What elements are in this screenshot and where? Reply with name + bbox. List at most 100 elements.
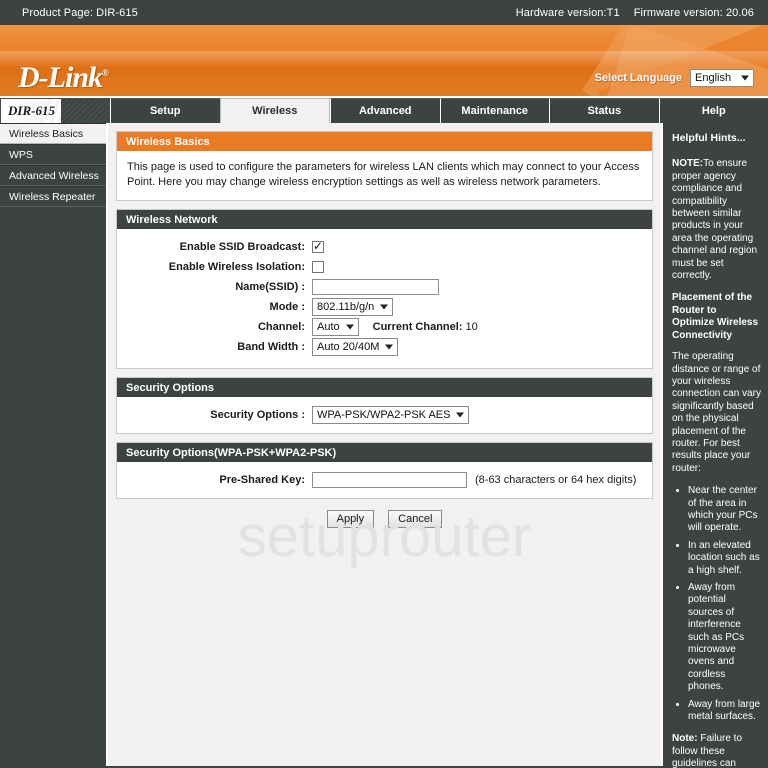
sidebar-item-wps[interactable]: WPS <box>0 144 106 165</box>
row-ssid-name: Name(SSID) : <box>127 278 642 295</box>
version-info: Hardware version:T1 Firmware version: 20… <box>516 7 754 19</box>
wireless-network-panel: Wireless Network Enable SSID Broadcast: … <box>116 209 653 369</box>
page-title: Wireless Basics <box>117 132 652 151</box>
main-content: setuprouter Wireless Basics This page is… <box>106 123 663 766</box>
security-options-label: Security Options : <box>210 408 305 421</box>
content-columns: Wireless Basics WPS Advanced Wireless Wi… <box>0 123 768 768</box>
list-item: In an elevated location such as a high s… <box>688 540 761 577</box>
sidebar-item-advanced-wireless[interactable]: Advanced Wireless <box>0 165 106 186</box>
security-options-select[interactable]: WPA-PSK/WPA2-PSK AES <box>312 405 470 424</box>
row-pre-shared-key: Pre-Shared Key: (8-63 characters or 64 h… <box>127 471 642 488</box>
list-item: Near the center of the area in which you… <box>688 485 761 535</box>
model-name-label: DIR-615 <box>8 103 55 118</box>
security-psk-body: Pre-Shared Key: (8-63 characters or 64 h… <box>117 462 652 498</box>
chevron-down-icon <box>385 344 394 349</box>
list-item: Away from potential sources of interfere… <box>688 582 761 694</box>
hardware-version-label: Hardware version:T1 <box>515 6 620 19</box>
tab-help[interactable]: Help <box>658 98 768 123</box>
trademark-icon: ® <box>102 68 109 78</box>
tab-advanced[interactable]: Advanced <box>330 98 440 123</box>
wireless-isolation-label: Enable Wireless Isolation: <box>168 260 305 273</box>
form-actions: Apply Cancel <box>116 510 653 528</box>
mode-select[interactable]: 802.11b/g/n <box>312 297 394 316</box>
model-tab-stripes <box>61 99 109 123</box>
security-options-title: Security Options <box>117 378 652 397</box>
ssid-name-input[interactable] <box>312 278 439 295</box>
dlink-logo-text: D-Link <box>18 61 103 94</box>
band-width-select-value: Auto 20/40M <box>317 340 380 353</box>
tab-maintenance[interactable]: Maintenance <box>439 98 549 123</box>
row-channel: Channel: Auto Current Channel: 10 <box>127 317 642 336</box>
security-options-panel: Security Options Security Options : WPA-… <box>116 377 653 434</box>
hint-note-text: To ensure proper agency compliance and c… <box>672 158 758 282</box>
ssid-broadcast-label: Enable SSID Broadcast: <box>179 240 305 253</box>
helpful-hints-title: Helpful Hints... <box>672 132 746 144</box>
chevron-down-icon <box>380 304 389 309</box>
row-security-options: Security Options : WPA-PSK/WPA2-PSK AES <box>127 405 642 424</box>
hint-placement-text: The operating distance or range of your … <box>672 351 761 474</box>
wireless-basics-panel: Wireless Basics This page is used to con… <box>116 131 653 201</box>
security-options-body: Security Options : WPA-PSK/WPA2-PSK AES <box>117 397 652 433</box>
top-product-bar: Product Page: DIR-615 Hardware version:T… <box>0 0 768 25</box>
hint-footer-paragraph: Note: Failure to follow these guidelines… <box>672 733 761 768</box>
hint-note-label: NOTE: <box>672 158 704 170</box>
language-selector-group: Select Language English <box>595 69 754 87</box>
channel-select[interactable]: Auto <box>312 317 359 336</box>
hint-placement-heading: Placement of the Router to Optimize Wire… <box>672 292 759 341</box>
tab-status[interactable]: Status <box>549 98 659 123</box>
channel-select-value: Auto <box>317 320 340 333</box>
model-tab: DIR-615 <box>0 98 110 123</box>
language-select[interactable]: English <box>690 69 754 87</box>
tab-wireless[interactable]: Wireless <box>219 98 330 123</box>
row-band-width: Band Width : Auto 20/40M <box>127 337 642 356</box>
firmware-version-label: Firmware version: 20.06 <box>633 6 754 19</box>
banner-sheen <box>0 51 768 67</box>
pre-shared-key-input[interactable] <box>312 471 467 488</box>
mode-select-value: 802.11b/g/n <box>317 300 375 313</box>
chevron-down-icon <box>741 75 749 81</box>
wireless-basics-intro-body: This page is used to configure the param… <box>117 151 652 200</box>
ssid-name-label: Name(SSID) : <box>235 280 305 293</box>
channel-label: Channel: <box>257 320 305 333</box>
tab-setup[interactable]: Setup <box>110 98 220 123</box>
nav-tab-list: Setup Wireless Advanced Maintenance Stat… <box>110 98 768 123</box>
security-psk-panel: Security Options(WPA-PSK+WPA2-PSK) Pre-S… <box>116 442 653 499</box>
hint-note-paragraph: NOTE:To ensure proper agency compliance … <box>672 158 761 282</box>
intro-text: This page is used to configure the param… <box>127 161 640 188</box>
security-psk-title: Security Options(WPA-PSK+WPA2-PSK) <box>117 443 652 462</box>
brand-banner: D-Link® Select Language English <box>0 25 768 98</box>
chevron-down-icon <box>456 412 465 417</box>
band-width-label: Band Width : <box>237 340 305 353</box>
apply-button[interactable]: Apply <box>326 510 375 528</box>
helpful-hints-panel: Helpful Hints... NOTE:To ensure proper a… <box>663 123 768 768</box>
row-ssid-broadcast: Enable SSID Broadcast: <box>127 238 642 255</box>
hint-footer-label: Note: <box>672 733 698 745</box>
wireless-network-title: Wireless Network <box>117 210 652 229</box>
chevron-down-icon <box>345 324 354 329</box>
row-wireless-isolation: Enable Wireless Isolation: <box>127 258 642 275</box>
list-item: Away from large metal surfaces. <box>688 699 761 724</box>
current-channel-value: 10 <box>465 320 478 333</box>
pre-shared-key-hint: (8-63 characters or 64 hex digits) <box>475 473 637 486</box>
select-language-label: Select Language <box>594 72 682 84</box>
row-mode: Mode : 802.11b/g/n <box>127 297 642 316</box>
security-options-select-value: WPA-PSK/WPA2-PSK AES <box>317 408 451 421</box>
hint-bullet-list: Near the center of the area in which you… <box>672 485 761 723</box>
pre-shared-key-label: Pre-Shared Key: <box>219 473 305 486</box>
router-admin-page: Product Page: DIR-615 Hardware version:T… <box>0 0 768 768</box>
sidebar-item-wireless-basics[interactable]: Wireless Basics <box>0 123 106 144</box>
ssid-broadcast-checkbox[interactable] <box>312 239 324 253</box>
current-channel-label: Current Channel: <box>372 320 463 333</box>
current-channel-group: Current Channel: 10 <box>373 321 478 333</box>
language-select-value: English <box>695 72 732 84</box>
sidebar-item-wireless-repeater[interactable]: Wireless Repeater <box>0 186 106 207</box>
band-width-select[interactable]: Auto 20/40M <box>312 337 399 356</box>
wireless-isolation-checkbox[interactable] <box>312 260 324 273</box>
main-navigation: DIR-615 Setup Wireless Advanced Maintena… <box>0 98 768 123</box>
dlink-logo: D-Link® <box>18 61 109 95</box>
cancel-button[interactable]: Cancel <box>388 510 443 528</box>
product-page-label: Product Page: DIR-615 <box>22 6 138 19</box>
wireless-network-body: Enable SSID Broadcast: Enable Wireless I… <box>117 229 652 368</box>
mode-label: Mode : <box>269 300 305 313</box>
sidebar: Wireless Basics WPS Advanced Wireless Wi… <box>0 123 106 766</box>
